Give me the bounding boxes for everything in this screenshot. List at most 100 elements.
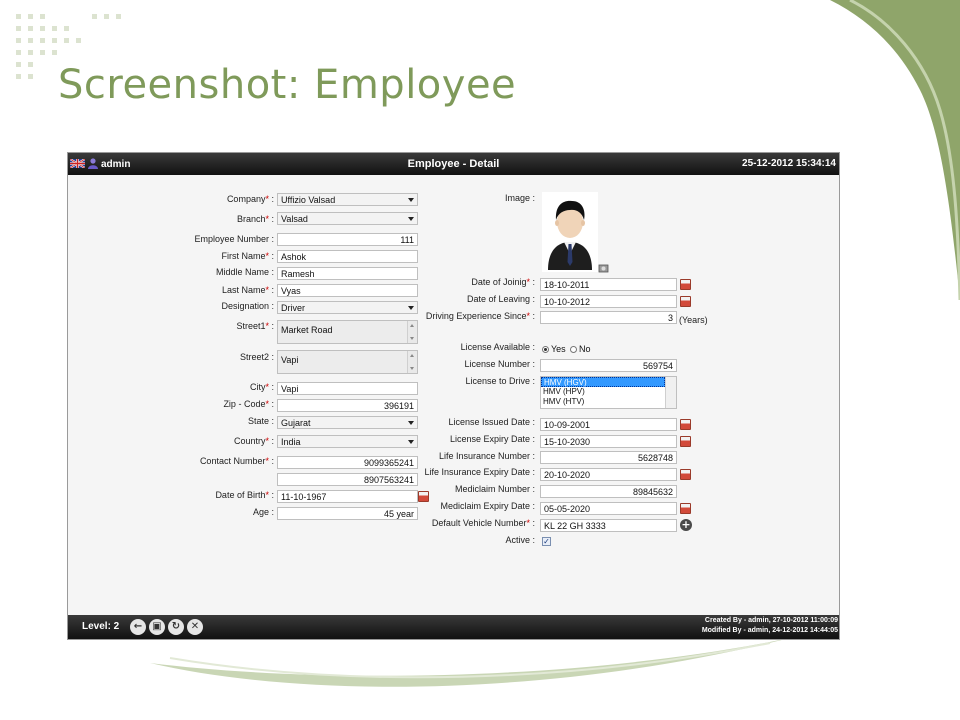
- corner-swoosh-decoration: [830, 0, 960, 300]
- last-name-input[interactable]: Vyas: [277, 284, 418, 297]
- created-by: Created By - admin, 27-10-2012 11:00:09: [704, 617, 838, 624]
- company-label: Company* :: [226, 194, 274, 204]
- life-insurance-expiry-input[interactable]: 20-10-2020: [540, 468, 677, 481]
- close-button[interactable]: ✕: [187, 619, 203, 635]
- designation-select[interactable]: Driver: [277, 301, 418, 314]
- mediclaim-number-input[interactable]: 89845632: [540, 485, 677, 498]
- life-insurance-number-input[interactable]: 5628748: [540, 451, 677, 464]
- license-available-yes[interactable]: Yes: [542, 344, 566, 354]
- mediclaim-expiry-calendar-icon[interactable]: [680, 503, 691, 514]
- close-icon: ✕: [190, 621, 200, 632]
- designation-label: Designation :: [221, 301, 274, 311]
- date-leaving-label: Date of Leaving :: [466, 294, 535, 304]
- bottom-bar: Level: 2 ← ▣ ↻ ✕ Created By - admin, 27-…: [68, 615, 839, 639]
- street2-value: Vapi: [281, 355, 299, 365]
- street1-value: Market Road: [281, 325, 333, 335]
- city-label: City* :: [249, 382, 274, 392]
- license-number-input[interactable]: 569754: [540, 359, 677, 372]
- age-input[interactable]: 45 year: [277, 507, 418, 520]
- date-leaving-calendar-icon[interactable]: [680, 296, 691, 307]
- radio-yes-icon: [542, 346, 549, 353]
- image-edit-icon[interactable]: [598, 263, 609, 274]
- mediclaim-expiry-label: Mediclaim Expiry Date :: [440, 501, 535, 511]
- street1-textarea[interactable]: Market Road: [277, 320, 418, 344]
- license-listbox-scrollbar[interactable]: [665, 377, 676, 408]
- license-to-drive-listbox[interactable]: HMV (HGV) HMV (HPV) HMV (HTV): [540, 376, 677, 409]
- employee-number-input[interactable]: 111: [277, 233, 418, 246]
- employee-photo: [542, 192, 598, 272]
- country-select[interactable]: India: [277, 435, 418, 448]
- refresh-icon: ↻: [171, 621, 181, 632]
- date-leaving-input[interactable]: 10-10-2012: [540, 295, 677, 308]
- middle-name-input[interactable]: Ramesh: [277, 267, 418, 280]
- city-input[interactable]: Vapi: [277, 382, 418, 395]
- radio-no-icon: [570, 346, 577, 353]
- license-option[interactable]: HMV (HTV): [541, 397, 676, 407]
- license-available-no[interactable]: No: [570, 344, 591, 354]
- life-insurance-expiry-label: Life Insurance Expiry Date :: [424, 467, 535, 477]
- street2-label: Street2 :: [239, 352, 274, 362]
- current-datetime: 25-12-2012 15:34:14: [742, 158, 836, 169]
- first-name-input[interactable]: Ashok: [277, 250, 418, 263]
- license-to-drive-label: License to Drive :: [465, 376, 535, 386]
- license-expiry-label: License Expiry Date :: [449, 434, 535, 444]
- branch-select[interactable]: Valsad: [277, 212, 418, 225]
- back-button[interactable]: ←: [130, 619, 146, 635]
- date-joining-label: Date of Joinig* :: [471, 277, 535, 287]
- date-joining-input[interactable]: 18-10-2011: [540, 278, 677, 291]
- modified-by: Modified By - admin, 24-12-2012 14:44:05: [701, 627, 838, 634]
- driving-experience-input[interactable]: 3: [540, 311, 677, 324]
- employee-number-label: Employee Number :: [194, 234, 274, 244]
- life-insurance-expiry-calendar-icon[interactable]: [680, 469, 691, 480]
- street1-label: Street1* :: [236, 321, 274, 331]
- refresh-button[interactable]: ↻: [168, 619, 184, 635]
- top-bar: admin Employee - Detail 25-12-2012 15:34…: [68, 153, 839, 175]
- license-issued-input[interactable]: 10-09-2001: [540, 418, 677, 431]
- license-option[interactable]: HMV (HPV): [541, 387, 676, 397]
- driving-experience-unit: (Years): [679, 315, 708, 325]
- country-label: Country* :: [233, 436, 274, 446]
- dob-calendar-icon[interactable]: [418, 491, 429, 502]
- license-expiry-input[interactable]: 15-10-2030: [540, 435, 677, 448]
- license-available-label: License Available :: [460, 342, 535, 352]
- license-issued-calendar-icon[interactable]: [680, 419, 691, 430]
- state-select[interactable]: Gujarat: [277, 416, 418, 429]
- street2-scrollbar[interactable]: [407, 351, 417, 373]
- back-icon: ←: [133, 621, 143, 632]
- radio-no-label: No: [579, 344, 591, 354]
- license-option[interactable]: HMV (HGV): [541, 377, 665, 387]
- zip-label: Zip - Code* :: [223, 399, 274, 409]
- last-name-label: Last Name* :: [221, 285, 274, 295]
- image-label: Image :: [504, 193, 535, 203]
- default-vehicle-label: Default Vehicle Number* :: [431, 518, 535, 528]
- save-icon: ▣: [152, 621, 162, 632]
- branch-label: Branch* :: [236, 214, 274, 224]
- driving-experience-label: Driving Experience Since* :: [425, 311, 535, 321]
- date-joining-calendar-icon[interactable]: [680, 279, 691, 290]
- mediclaim-expiry-input[interactable]: 05-05-2020: [540, 502, 677, 515]
- first-name-label: First Name* :: [221, 251, 274, 261]
- mediclaim-number-label: Mediclaim Number :: [454, 484, 535, 494]
- active-label: Active :: [505, 535, 535, 545]
- slide-title: Screenshot: Employee: [58, 62, 517, 108]
- save-button[interactable]: ▣: [149, 619, 165, 635]
- street1-scrollbar[interactable]: [407, 321, 417, 343]
- license-expiry-calendar-icon[interactable]: [680, 436, 691, 447]
- contact-number-input-2[interactable]: 8907563241: [277, 473, 418, 486]
- default-vehicle-input[interactable]: KL 22 GH 3333: [540, 519, 677, 532]
- user-level: Level: 2: [82, 621, 120, 632]
- employee-detail-window: admin Employee - Detail 25-12-2012 15:34…: [67, 152, 840, 640]
- company-select[interactable]: Uffizio Valsad: [277, 193, 418, 206]
- active-checkbox[interactable]: ✓: [542, 537, 551, 546]
- life-insurance-number-label: Life Insurance Number :: [438, 451, 535, 461]
- zip-input[interactable]: 396191: [277, 399, 418, 412]
- age-label: Age :: [252, 507, 274, 517]
- add-icon[interactable]: +: [680, 519, 692, 531]
- window-title: Employee - Detail: [407, 158, 500, 170]
- dob-input[interactable]: 11-10-1967: [277, 490, 418, 503]
- street2-textarea[interactable]: Vapi: [277, 350, 418, 374]
- middle-name-label: Middle Name :: [215, 267, 274, 277]
- dob-label: Date of Birth* :: [215, 490, 274, 500]
- state-label: State :: [247, 416, 274, 426]
- contact-number-input-1[interactable]: 9099365241: [277, 456, 418, 469]
